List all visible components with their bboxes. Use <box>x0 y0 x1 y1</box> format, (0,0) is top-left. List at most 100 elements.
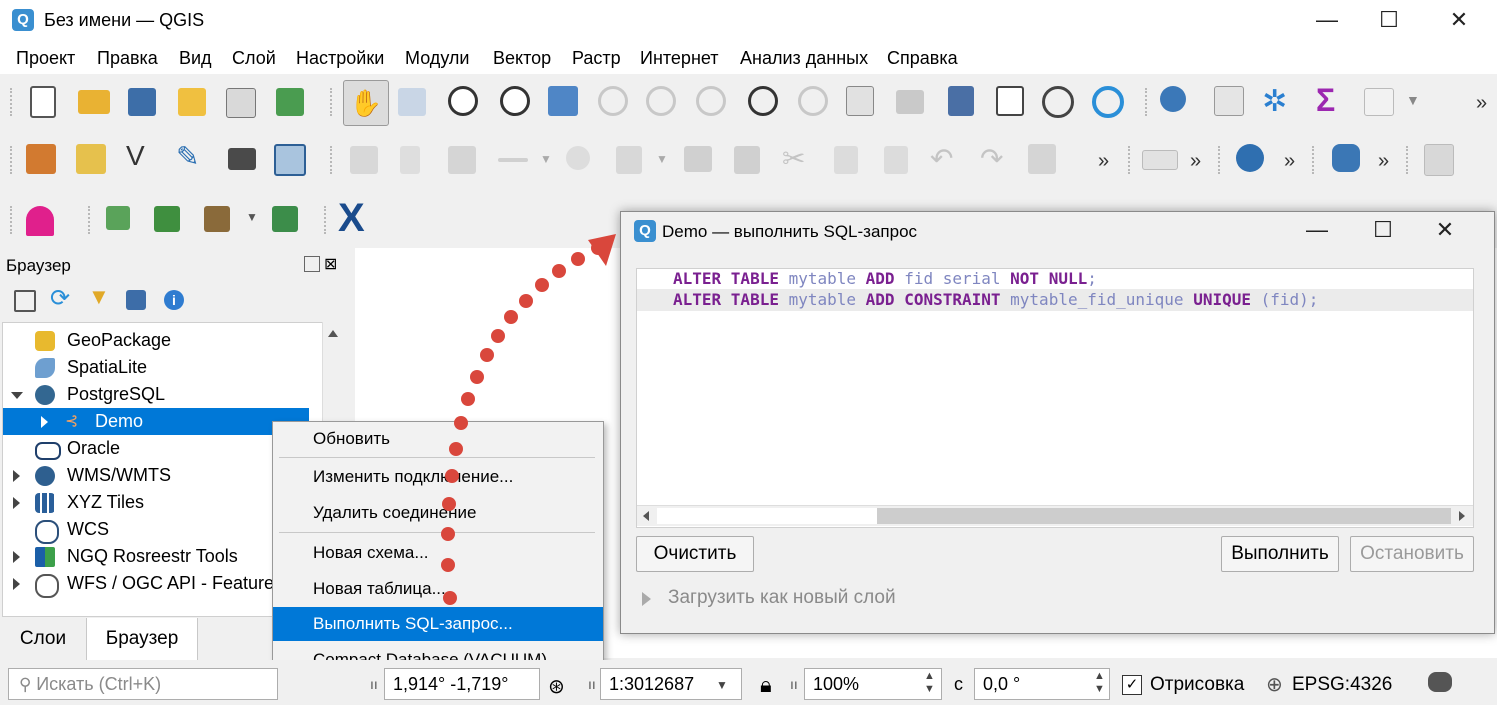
collapsed-arrow-icon[interactable] <box>13 551 20 563</box>
tree-item-wfs[interactable]: WFS / OGC API - Features <box>3 570 309 598</box>
new-bookmark-icon[interactable] <box>948 86 974 116</box>
user-profile-icon[interactable] <box>26 206 54 236</box>
menu-view[interactable]: Вид <box>179 48 212 69</box>
chevron-down-icon[interactable]: ▼ <box>1406 92 1420 108</box>
tree-item-spatialite[interactable]: SpatiaLite <box>3 354 309 381</box>
close-panel-icon[interactable]: ⊠ <box>324 254 337 274</box>
render-checkbox[interactable]: ✓ <box>1122 675 1142 695</box>
search-layer-icon[interactable] <box>272 206 298 232</box>
toolbar-overflow-button[interactable]: » <box>1098 150 1109 173</box>
ctx-remove-connection[interactable]: Удалить соединение <box>273 496 603 530</box>
zoom-in-icon[interactable] <box>448 86 478 116</box>
properties-icon[interactable]: i <box>164 290 184 310</box>
clear-button[interactable]: Очистить <box>636 536 754 572</box>
new-3d-map-view-icon[interactable] <box>896 90 924 114</box>
style-manager-icon[interactable] <box>276 88 304 116</box>
temporal-controller-icon[interactable] <box>1042 86 1074 118</box>
collapsed-arrow-icon[interactable] <box>41 416 48 428</box>
scroll-left-icon[interactable] <box>643 511 649 521</box>
coordinate-field[interactable]: 1,914° -1,719° <box>384 668 540 700</box>
toolbar-overflow-button[interactable]: » <box>1378 150 1389 173</box>
scroll-up-icon[interactable] <box>328 330 338 337</box>
open-project-icon[interactable] <box>78 90 110 114</box>
horizontal-scrollbar[interactable] <box>637 505 1473 526</box>
close-button[interactable]: ✕ <box>1428 0 1490 42</box>
menu-settings[interactable]: Настройки <box>296 48 384 69</box>
ctx-execute-sql[interactable]: Выполнить SQL-запрос... <box>273 607 603 641</box>
data-source-manager-icon[interactable] <box>26 144 56 174</box>
add-selected-layers-icon[interactable] <box>14 290 36 312</box>
zoom-last-icon[interactable] <box>748 86 778 116</box>
new-shapefile-layer-icon[interactable]: V <box>126 140 145 172</box>
rotation-field[interactable]: 0,0 ° <box>974 668 1110 700</box>
filter-icon[interactable]: ▼ <box>88 284 110 310</box>
execute-button[interactable]: Выполнить <box>1221 536 1339 572</box>
collapse-all-icon[interactable] <box>126 290 146 310</box>
menu-help[interactable]: Справка <box>887 48 958 69</box>
add-wms-layer-icon[interactable] <box>1236 144 1264 172</box>
refresh-icon[interactable] <box>1092 86 1124 118</box>
tree-item-wcs[interactable]: WCS <box>3 516 309 544</box>
save-project-icon[interactable] <box>128 88 156 116</box>
chevron-down-icon[interactable]: ▼ <box>716 678 728 692</box>
messages-icon[interactable] <box>1428 672 1452 692</box>
new-print-layout-icon[interactable] <box>178 88 206 116</box>
toolbar-overflow-button[interactable]: » <box>1190 150 1201 173</box>
chevron-down-icon[interactable]: ▼ <box>246 210 258 224</box>
statistical-summary-icon[interactable]: Σ <box>1316 82 1335 119</box>
new-temporary-layer-icon[interactable] <box>228 148 256 170</box>
refresh-icon[interactable]: ⟳ <box>50 284 70 313</box>
lock-scale-icon[interactable]: 🔒︎ <box>760 672 772 698</box>
collapsed-arrow-icon[interactable] <box>13 470 20 482</box>
add-polygon-layer-icon[interactable] <box>204 206 230 232</box>
tree-item-xyz[interactable]: XYZ Tiles <box>3 489 309 516</box>
collapsed-arrow-icon[interactable] <box>13 497 20 509</box>
ctx-new-schema[interactable]: Новая схема... <box>273 536 603 570</box>
zoom-to-layer-icon[interactable] <box>646 86 676 116</box>
maximize-button[interactable]: ☐ <box>1358 0 1420 42</box>
collapsed-arrow-icon[interactable] <box>642 592 651 606</box>
new-project-icon[interactable] <box>30 86 56 118</box>
tree-item-oracle[interactable]: Oracle <box>3 435 309 462</box>
new-geopackage-layer-icon[interactable] <box>76 144 106 174</box>
scroll-right-icon[interactable] <box>1459 511 1465 521</box>
spin-arrows-icon[interactable]: ▲ ▼ <box>1094 670 1105 696</box>
tree-item-postgresql[interactable]: PostgreSQL <box>3 381 309 408</box>
collapsed-arrow-icon[interactable] <box>13 578 20 590</box>
menu-edit[interactable]: Правка <box>97 48 158 69</box>
ctx-refresh[interactable]: Обновить <box>273 422 603 456</box>
minimize-button[interactable]: — <box>1296 0 1358 42</box>
dialog-maximize-button[interactable]: ☐ <box>1352 212 1414 250</box>
zoom-next-icon[interactable] <box>798 86 828 116</box>
show-bookmarks-icon[interactable] <box>996 86 1024 116</box>
spin-arrows-icon[interactable]: ▲ ▼ <box>924 670 935 696</box>
tree-item-demo[interactable]: ⊰ Demo <box>3 408 309 435</box>
magnifier-field[interactable]: 100% <box>804 668 942 700</box>
processing-toolbox-icon[interactable]: ✲ <box>1262 84 1287 119</box>
open-attribute-table-icon[interactable] <box>1214 86 1244 116</box>
ctx-edit-connection[interactable]: Изменить подключение... <box>273 460 603 494</box>
pan-map-icon[interactable]: ✋ <box>343 80 389 126</box>
pan-to-selection-icon[interactable] <box>398 88 426 116</box>
float-panel-icon[interactable] <box>304 256 320 272</box>
ctx-new-table[interactable]: Новая таблица... <box>273 572 603 606</box>
toggle-extents-icon[interactable]: ⊛ <box>548 674 565 699</box>
zoom-native-icon[interactable] <box>696 86 726 116</box>
tab-browser[interactable]: Браузер <box>86 618 198 661</box>
crs-button[interactable]: EPSG:4326 <box>1292 674 1392 696</box>
menu-plugins[interactable]: Модули <box>405 48 469 69</box>
toolbar-overflow-button[interactable]: » <box>1284 150 1295 173</box>
python-console-icon[interactable] <box>1332 144 1360 172</box>
tree-item-geopackage[interactable]: GeoPackage <box>3 327 309 354</box>
load-as-layer-toggle[interactable]: Загрузить как новый слой <box>668 587 896 609</box>
nextgis-plugin-icon[interactable]: X <box>338 196 365 241</box>
menu-vector[interactable]: Вектор <box>493 48 551 69</box>
tab-layers[interactable]: Слои <box>0 618 86 660</box>
menu-raster[interactable]: Растр <box>572 48 621 69</box>
add-line-layer-icon[interactable] <box>154 206 180 232</box>
add-point-layer-icon[interactable] <box>106 206 130 230</box>
new-spatialite-layer-icon[interactable]: ✎ <box>176 140 199 173</box>
locator-search-input[interactable]: ⚲ Искать (Ctrl+K) <box>8 668 278 700</box>
scrollbar-thumb[interactable] <box>877 508 1451 524</box>
menu-project[interactable]: Проект <box>16 48 75 69</box>
